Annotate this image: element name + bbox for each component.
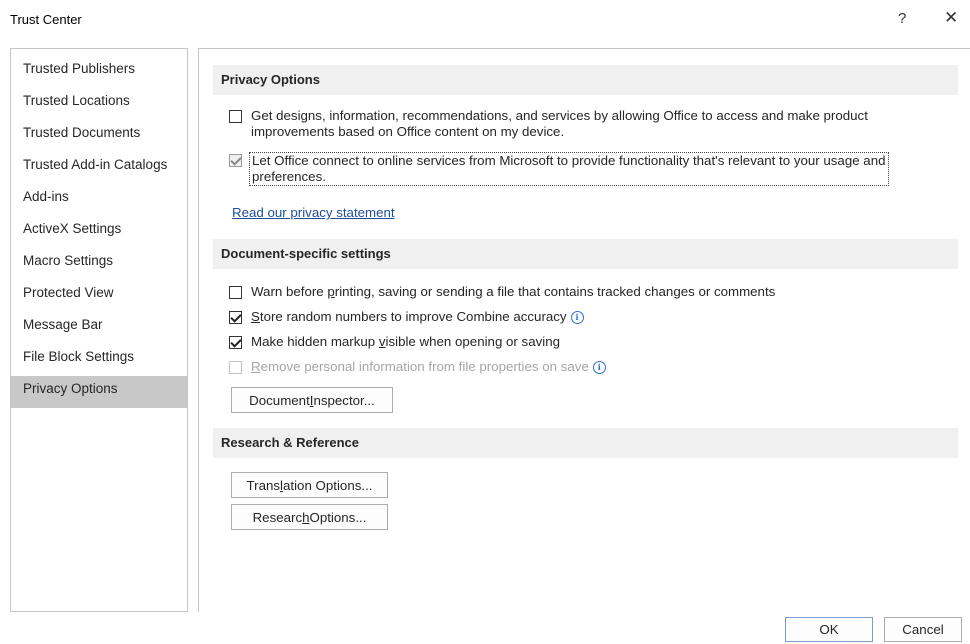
warn-tracked-changes-checkbox[interactable] [229,286,242,299]
content-access-label: Get designs, information, recommendation… [251,108,868,140]
section-header-privacy: Privacy Options [213,65,958,95]
translation-options-button[interactable]: Trans l ation Options... [231,472,388,498]
connected-services-label: Let Office connect to online services fr… [249,152,889,186]
sidebar-item-trusted-documents[interactable]: Trusted Documents [11,120,187,152]
sidebar-item-privacy-options[interactable]: Privacy Options [11,376,187,408]
content-access-checkbox[interactable] [229,110,242,123]
research-options-button[interactable]: Researc h Options... [231,504,388,530]
store-random-numbers-label: Store random numbers to improve Combine … [251,309,584,325]
sidebar-nav: Trusted Publishers Trusted Locations Tru… [10,48,188,612]
document-inspector-button[interactable]: Document Inspector... [231,387,393,413]
doc-option-store-random-numbers[interactable]: Store random numbers to improve Combine … [229,309,584,325]
connected-services-checkbox[interactable] [229,154,242,167]
content-access-label-line2: improvements based on Office content on … [251,124,565,139]
connected-services-label-line1: Let Office connect to online services fr… [252,153,886,168]
cancel-button[interactable]: Cancel [884,617,962,642]
section-header-document: Document-specific settings [213,239,958,269]
privacy-option-connected-services[interactable]: Let Office connect to online services fr… [229,152,889,186]
doc-option-hidden-markup[interactable]: Make hidden markup visible when opening … [229,334,560,350]
title-bar: Trust Center ? ✕ [0,0,970,40]
sidebar-item-trusted-publishers[interactable]: Trusted Publishers [11,56,187,88]
privacy-statement-link[interactable]: Read our privacy statement [232,205,395,220]
section-header-research: Research & Reference [213,428,958,458]
store-random-numbers-checkbox[interactable] [229,311,242,324]
window-title: Trust Center [10,12,82,27]
sidebar-item-trusted-addin-catalogs[interactable]: Trusted Add-in Catalogs [11,152,187,184]
sidebar-item-addins[interactable]: Add-ins [11,184,187,216]
privacy-option-content-access[interactable]: Get designs, information, recommendation… [229,108,868,140]
sidebar-item-message-bar[interactable]: Message Bar [11,312,187,344]
help-icon[interactable]: ? [898,10,906,27]
doc-option-warn-tracked-changes[interactable]: Warn before printing, saving or sending … [229,284,775,300]
privacy-options-panel: Privacy Options Get designs, information… [198,48,970,612]
warn-tracked-changes-label: Warn before printing, saving or sending … [251,284,776,299]
sidebar-item-file-block-settings[interactable]: File Block Settings [11,344,187,376]
close-icon[interactable]: ✕ [944,8,958,28]
sidebar-item-macro-settings[interactable]: Macro Settings [11,248,187,280]
sidebar-item-protected-view[interactable]: Protected View [11,280,187,312]
remove-personal-info-label: Remove personal information from file pr… [251,359,606,375]
remove-personal-info-checkbox [229,361,242,374]
connected-services-label-line2: preferences. [252,169,326,184]
sidebar-item-activex-settings[interactable]: ActiveX Settings [11,216,187,248]
hidden-markup-label: Make hidden markup visible when opening … [251,334,560,349]
ok-button[interactable]: OK [785,617,873,642]
info-icon[interactable]: i [592,361,606,374]
hidden-markup-checkbox[interactable] [229,336,242,349]
doc-option-remove-personal-info: Remove personal information from file pr… [229,359,606,375]
content-access-label-line1: Get designs, information, recommendation… [251,108,868,123]
sidebar-item-trusted-locations[interactable]: Trusted Locations [11,88,187,120]
info-icon[interactable]: i [570,311,584,324]
